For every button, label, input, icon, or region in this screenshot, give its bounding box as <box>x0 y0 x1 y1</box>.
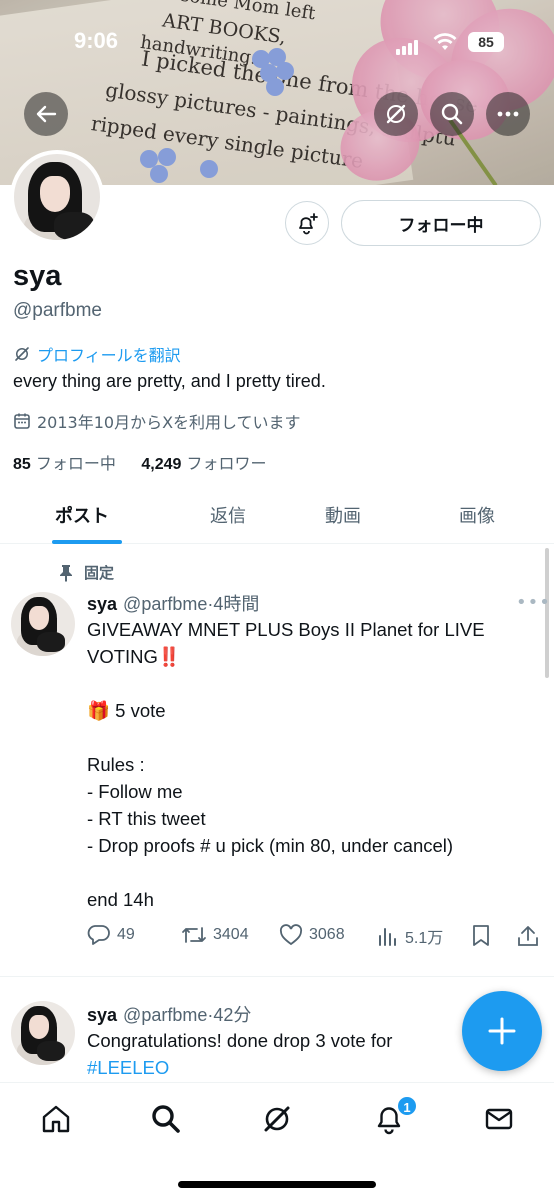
profile-name: sya <box>13 260 62 292</box>
analytics-icon <box>379 928 396 946</box>
retweet-button[interactable]: 3404 <box>181 924 249 946</box>
share-button[interactable] <box>517 924 539 948</box>
wifi-icon <box>432 32 458 56</box>
grok-icon <box>15 347 29 361</box>
profile-handle: @parfbme <box>13 300 102 321</box>
bookmark-button[interactable] <box>471 924 491 948</box>
following-button[interactable]: フォロー中 <box>341 200 541 246</box>
like-count: 3068 <box>309 926 345 943</box>
view-count: 5.1万 <box>405 930 444 947</box>
tab-images[interactable]: 画像 <box>459 502 495 528</box>
search-icon <box>152 1105 180 1133</box>
status-time: 9:06 <box>74 28 119 53</box>
tab-posts[interactable]: ポスト <box>55 502 109 528</box>
grok-icon <box>386 104 406 124</box>
scrollbar[interactable] <box>545 548 549 678</box>
search-icon <box>441 103 463 125</box>
tweet-time[interactable]: 4時間 <box>213 594 259 614</box>
nav-grok[interactable] <box>259 1101 295 1137</box>
plus-icon <box>488 1017 516 1045</box>
translate-profile-link[interactable]: プロフィールを翻訳 <box>13 342 181 366</box>
retweet-icon <box>182 927 206 943</box>
hashtag-link[interactable]: #LEELEO <box>87 1057 169 1078</box>
heart-icon <box>279 924 303 946</box>
following-label: フォロー中 <box>35 454 116 473</box>
tweet-author-handle[interactable]: @parfbme <box>123 594 207 614</box>
follow-stats: 85 フォロー中 4,249 フォロワー <box>13 450 267 474</box>
share-icon <box>518 926 538 946</box>
join-date-text: 2013年10月からXを利用しています <box>37 413 301 432</box>
reply-count: 49 <box>117 926 135 943</box>
followers-label: フォロワー <box>186 454 267 473</box>
join-date: 2013年10月からXを利用しています <box>13 409 301 433</box>
pinned-text: 固定 <box>84 564 115 582</box>
status-bar: 9:06 85 <box>0 22 554 62</box>
calendar-icon <box>14 413 30 429</box>
views-button[interactable]: 5.1万 <box>377 924 443 948</box>
tweet-time[interactable]: 42分 <box>213 1005 251 1025</box>
pinned-label: 固定 <box>58 562 114 583</box>
followers-count: 4,249 <box>141 456 182 473</box>
tweet-avatar[interactable] <box>11 592 75 656</box>
tweet-avatar[interactable] <box>11 1001 75 1065</box>
home-indicator[interactable] <box>178 1181 376 1188</box>
pin-icon <box>60 564 72 582</box>
tweet-more-button[interactable]: ••• <box>516 592 551 613</box>
profile-bio: every thing are pretty, and I pretty tir… <box>13 371 326 391</box>
reply-button[interactable]: 49 <box>87 924 135 946</box>
tab-videos[interactable]: 動画 <box>325 502 361 528</box>
grok-icon <box>264 1106 290 1132</box>
battery-indicator: 85 <box>468 32 504 52</box>
tweet-divider <box>0 976 554 977</box>
tweet-header: sya @parfbme·42分 <box>87 1005 252 1025</box>
cellular-signal-icon <box>396 36 420 55</box>
grok-button[interactable] <box>374 92 418 136</box>
tweet-author-name[interactable]: sya <box>87 1005 117 1025</box>
back-button[interactable] <box>24 92 68 136</box>
tweet-text: GIVEAWAY MNET PLUS Boys II Planet for LI… <box>87 619 485 910</box>
arrow-left-icon <box>36 105 57 123</box>
compose-post-button[interactable] <box>462 991 542 1071</box>
tweet-author-handle[interactable]: @parfbme <box>123 1005 207 1025</box>
tweet-text-content: Congratulations! done drop 3 vote for <box>87 1030 393 1051</box>
profile-tabs: ポスト 返信 動画 画像 <box>0 492 554 544</box>
active-tab-indicator <box>52 540 122 544</box>
search-button[interactable] <box>430 92 474 136</box>
following-link[interactable]: 85 フォロー中 <box>13 454 116 473</box>
followers-link[interactable]: 4,249 フォロワー <box>141 454 266 473</box>
translate-profile-label: プロフィールを翻訳 <box>37 346 181 365</box>
nav-messages[interactable] <box>481 1101 517 1137</box>
following-count: 85 <box>13 456 31 473</box>
reply-icon <box>87 925 110 945</box>
like-button[interactable]: 3068 <box>279 924 345 946</box>
bell-plus-icon <box>299 213 318 235</box>
tab-replies[interactable]: 返信 <box>210 502 246 528</box>
bottom-navigation: 1 <box>0 1082 554 1200</box>
retweet-count: 3404 <box>213 926 249 943</box>
nav-search[interactable] <box>148 1101 184 1137</box>
profile-avatar[interactable] <box>10 150 104 244</box>
mail-icon <box>485 1108 513 1130</box>
nav-home[interactable] <box>38 1101 74 1137</box>
more-options-button[interactable] <box>486 92 530 136</box>
more-horizontal-icon <box>497 111 519 117</box>
tweet-author-name[interactable]: sya <box>87 594 117 614</box>
bookmark-icon <box>473 925 489 946</box>
tweet-actions: 49 3404 3068 5.1万 <box>87 924 542 954</box>
notification-badge: 1 <box>396 1095 418 1117</box>
tweet-header: sya @parfbme·4時間 <box>87 594 260 614</box>
home-icon <box>42 1105 70 1133</box>
notification-subscribe-button[interactable] <box>285 201 329 245</box>
